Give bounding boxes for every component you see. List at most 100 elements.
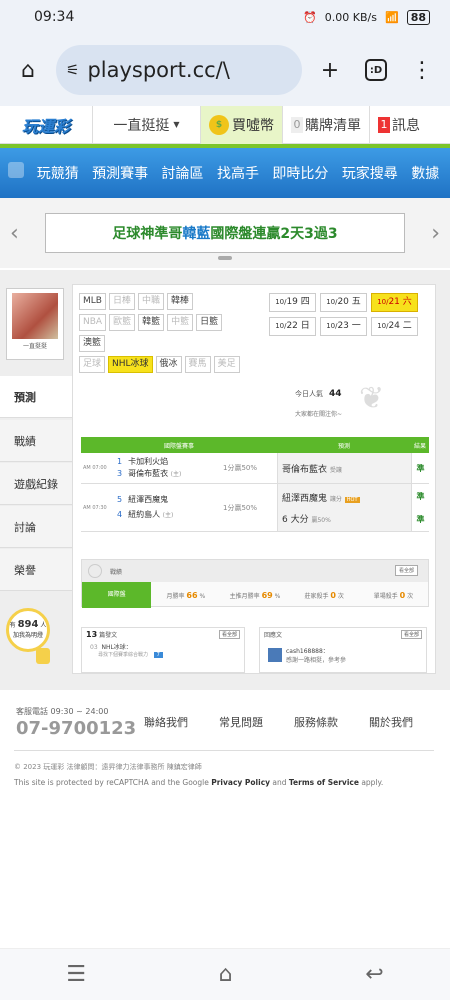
date-chip[interactable]: 10/23 一 [320, 317, 367, 336]
nav-item[interactable]: 預測賽事 [92, 163, 148, 183]
league-chip[interactable]: 韓棒 [167, 293, 194, 310]
site-settings-icon[interactable]: ⚟ [66, 61, 79, 79]
date-month: 10/ [275, 298, 287, 306]
date-day: 23 [337, 321, 349, 331]
league-chip[interactable]: 歐籃 [109, 314, 136, 331]
league-chip[interactable]: 足球 [79, 356, 106, 373]
league-chip[interactable]: 中籃 [167, 314, 194, 331]
system-nav-bar: ☰ ⌂ ↩ [0, 948, 450, 1000]
spread: 1分贏50% [223, 503, 258, 512]
home-icon[interactable]: ⌂ [219, 962, 233, 987]
table-row[interactable]: AM 07:00 1 卡加利火焰 3 哥倫布藍衣 (主) 1分贏50% 哥倫布藍衣 受… [81, 453, 429, 484]
footer-link-about[interactable]: 關於我們 [369, 714, 413, 730]
url-field[interactable]: ⚟ playsport.cc/\ [56, 45, 302, 95]
nav-item[interactable]: 即時比分 [272, 163, 328, 183]
nav-home-icon[interactable] [8, 162, 24, 178]
recent-apps-icon[interactable]: ☰ [66, 962, 86, 987]
league-chip[interactable]: 韓籃 [138, 314, 165, 331]
avatar-image [12, 293, 58, 339]
league-chip[interactable]: 美足 [213, 356, 240, 373]
privacy-policy-link[interactable]: Privacy Policy [211, 778, 270, 787]
follower-count: 894 [17, 619, 39, 630]
buy-coin-button[interactable]: $ 買噓幣 [200, 105, 282, 144]
banner-text[interactable]: 足球神準哥 韓藍 國際盤連贏2天3過3 [45, 213, 405, 253]
footer-link-contact[interactable]: 聯絡我們 [144, 714, 188, 730]
post-item[interactable]: 03 NHL冰球： [82, 642, 244, 651]
tab-switcher-button[interactable]: :D [358, 52, 394, 88]
see-all-button[interactable]: 看全部 [394, 565, 418, 576]
nav-item[interactable]: 討論區 [162, 163, 204, 183]
reply-count-badge: 7 [153, 652, 163, 658]
game-time: AM 07:30 [83, 504, 107, 511]
date-weekday: 日 [300, 321, 310, 331]
league-chip[interactable]: 日棒 [108, 293, 135, 310]
date-chip[interactable]: 10/21 六 [371, 293, 418, 312]
cart-link[interactable]: 0 購牌清單 [282, 105, 369, 144]
today-popularity: 今日人氣 44 [295, 389, 342, 399]
site-logo[interactable]: 玩運彩 [0, 106, 92, 144]
chevron-right-icon[interactable]: › [431, 221, 440, 246]
replies-box: 回應文 看全部 cash168888： 感謝一路相挺，參考參 [259, 627, 427, 673]
date-weekday: 五 [351, 297, 361, 307]
side-tab-honor[interactable]: 榮譽 [0, 549, 72, 591]
user-dropdown[interactable]: 一直挺挺 ▼ [92, 105, 200, 144]
league-chip[interactable]: 澳籃 [79, 335, 106, 352]
footer-link-faq[interactable]: 常見問題 [219, 714, 263, 730]
stat-single-killer: 單場殺手 0 次 [373, 590, 414, 600]
result-badge: 準 [416, 514, 425, 524]
lightbulb-follow-button[interactable]: 有 894 人加我為明燈 [6, 608, 50, 652]
league-chip[interactable]: 中職 [137, 293, 164, 310]
date-month: 10/ [377, 298, 389, 306]
replies-see-all-button[interactable]: 看全部 [400, 630, 422, 639]
top-nav: 玩運彩 一直挺挺 ▼ $ 買噓幣 0 購牌清單 1 訊息 [0, 105, 450, 144]
reply-item[interactable]: cash168888： 感謝一路相挺，參考參 [260, 642, 426, 664]
date-chip[interactable]: 10/22 日 [269, 317, 316, 336]
date-chip[interactable]: 10/19 四 [269, 293, 316, 312]
nav-item[interactable]: 數據 [411, 163, 439, 183]
terms-link[interactable]: Terms of Service [289, 778, 359, 787]
table-row[interactable]: AM 07:30 5 紐澤西魔鬼 4 紐約島人 (主) 1分贏50% 紐澤西魔鬼 讓分… [81, 484, 429, 532]
side-tab-predict[interactable]: 預測 [0, 376, 72, 418]
date-weekday: 六 [402, 297, 412, 307]
footer-links: 聯絡我們 常見問題 服務條款 關於我們 [144, 714, 413, 730]
date-chip[interactable]: 10/24 二 [371, 317, 418, 336]
avatar-name: 一直挺挺 [22, 343, 47, 350]
league-chip[interactable]: 俄冰 [155, 356, 182, 373]
nav-item[interactable]: 玩競猜 [37, 163, 79, 183]
recaptcha-notice: This site is protected by reCAPTCHA and … [14, 778, 384, 787]
hotline-phone[interactable]: 07-9700123 [16, 718, 136, 739]
back-icon[interactable]: ↩ [365, 962, 383, 987]
date-weekday: 一 [351, 321, 361, 331]
footer-link-terms[interactable]: 服務條款 [294, 714, 338, 730]
menu-icon[interactable]: ⋮ [404, 52, 440, 88]
date-chip[interactable]: 10/20 五 [320, 293, 367, 312]
chevron-left-icon[interactable]: ‹ [10, 221, 19, 246]
date-day: 22 [286, 321, 298, 331]
stat-intl[interactable]: 國際盤 [82, 582, 152, 608]
nav-item[interactable]: 玩家搜尋 [342, 163, 398, 183]
profile-sidebar: 一直挺挺 預測 戰績 遊戲紀錄 討論 榮譽 有 894 人加我為明燈 [0, 270, 72, 690]
site-footer: 客服電話 09:30 ~ 24:00 07-9700123 聯絡我們 常見問題 … [0, 704, 450, 974]
status-bar: 09:34 ⏰ 0.00 KB/s 📶 88 [0, 0, 450, 34]
league-chip[interactable]: NBA [79, 314, 107, 331]
league-chip[interactable]: MLB [79, 293, 106, 310]
new-tab-icon[interactable]: + [312, 52, 348, 88]
result-badge: 準 [416, 463, 425, 473]
posts-see-all-button[interactable]: 看全部 [218, 630, 240, 639]
games-table-header: 國際盤賽事 預測 結果 [81, 437, 429, 453]
league-chip[interactable]: 日籃 [196, 314, 223, 331]
post-item-sub: 尋找下個賽季綜合戰力 7 [82, 651, 244, 658]
url-text: playsport.cc/\ [87, 58, 230, 82]
home-icon[interactable]: ⌂ [10, 52, 46, 88]
date-month: 10/ [377, 322, 389, 330]
league-chip[interactable]: NHL冰球 [108, 356, 153, 373]
date-selector: 10/19 四 10/20 五 10/21 六 10/22 日 10/23 一 10/2… [269, 293, 419, 341]
side-tab-game-log[interactable]: 遊戲紀錄 [0, 463, 72, 505]
league-chip[interactable]: 賽馬 [184, 356, 211, 373]
avatar[interactable]: 一直挺挺 [6, 288, 64, 360]
side-tab-record[interactable]: 戰績 [0, 420, 72, 462]
nav-item[interactable]: 找高手 [217, 163, 259, 183]
side-tab-discuss[interactable]: 討論 [0, 506, 72, 548]
games-table: 國際盤賽事 預測 結果 AM 07:00 1 卡加利火焰 3 哥倫布藍衣 (主) 1分… [81, 437, 429, 532]
messages-link[interactable]: 1 訊息 [369, 105, 428, 144]
